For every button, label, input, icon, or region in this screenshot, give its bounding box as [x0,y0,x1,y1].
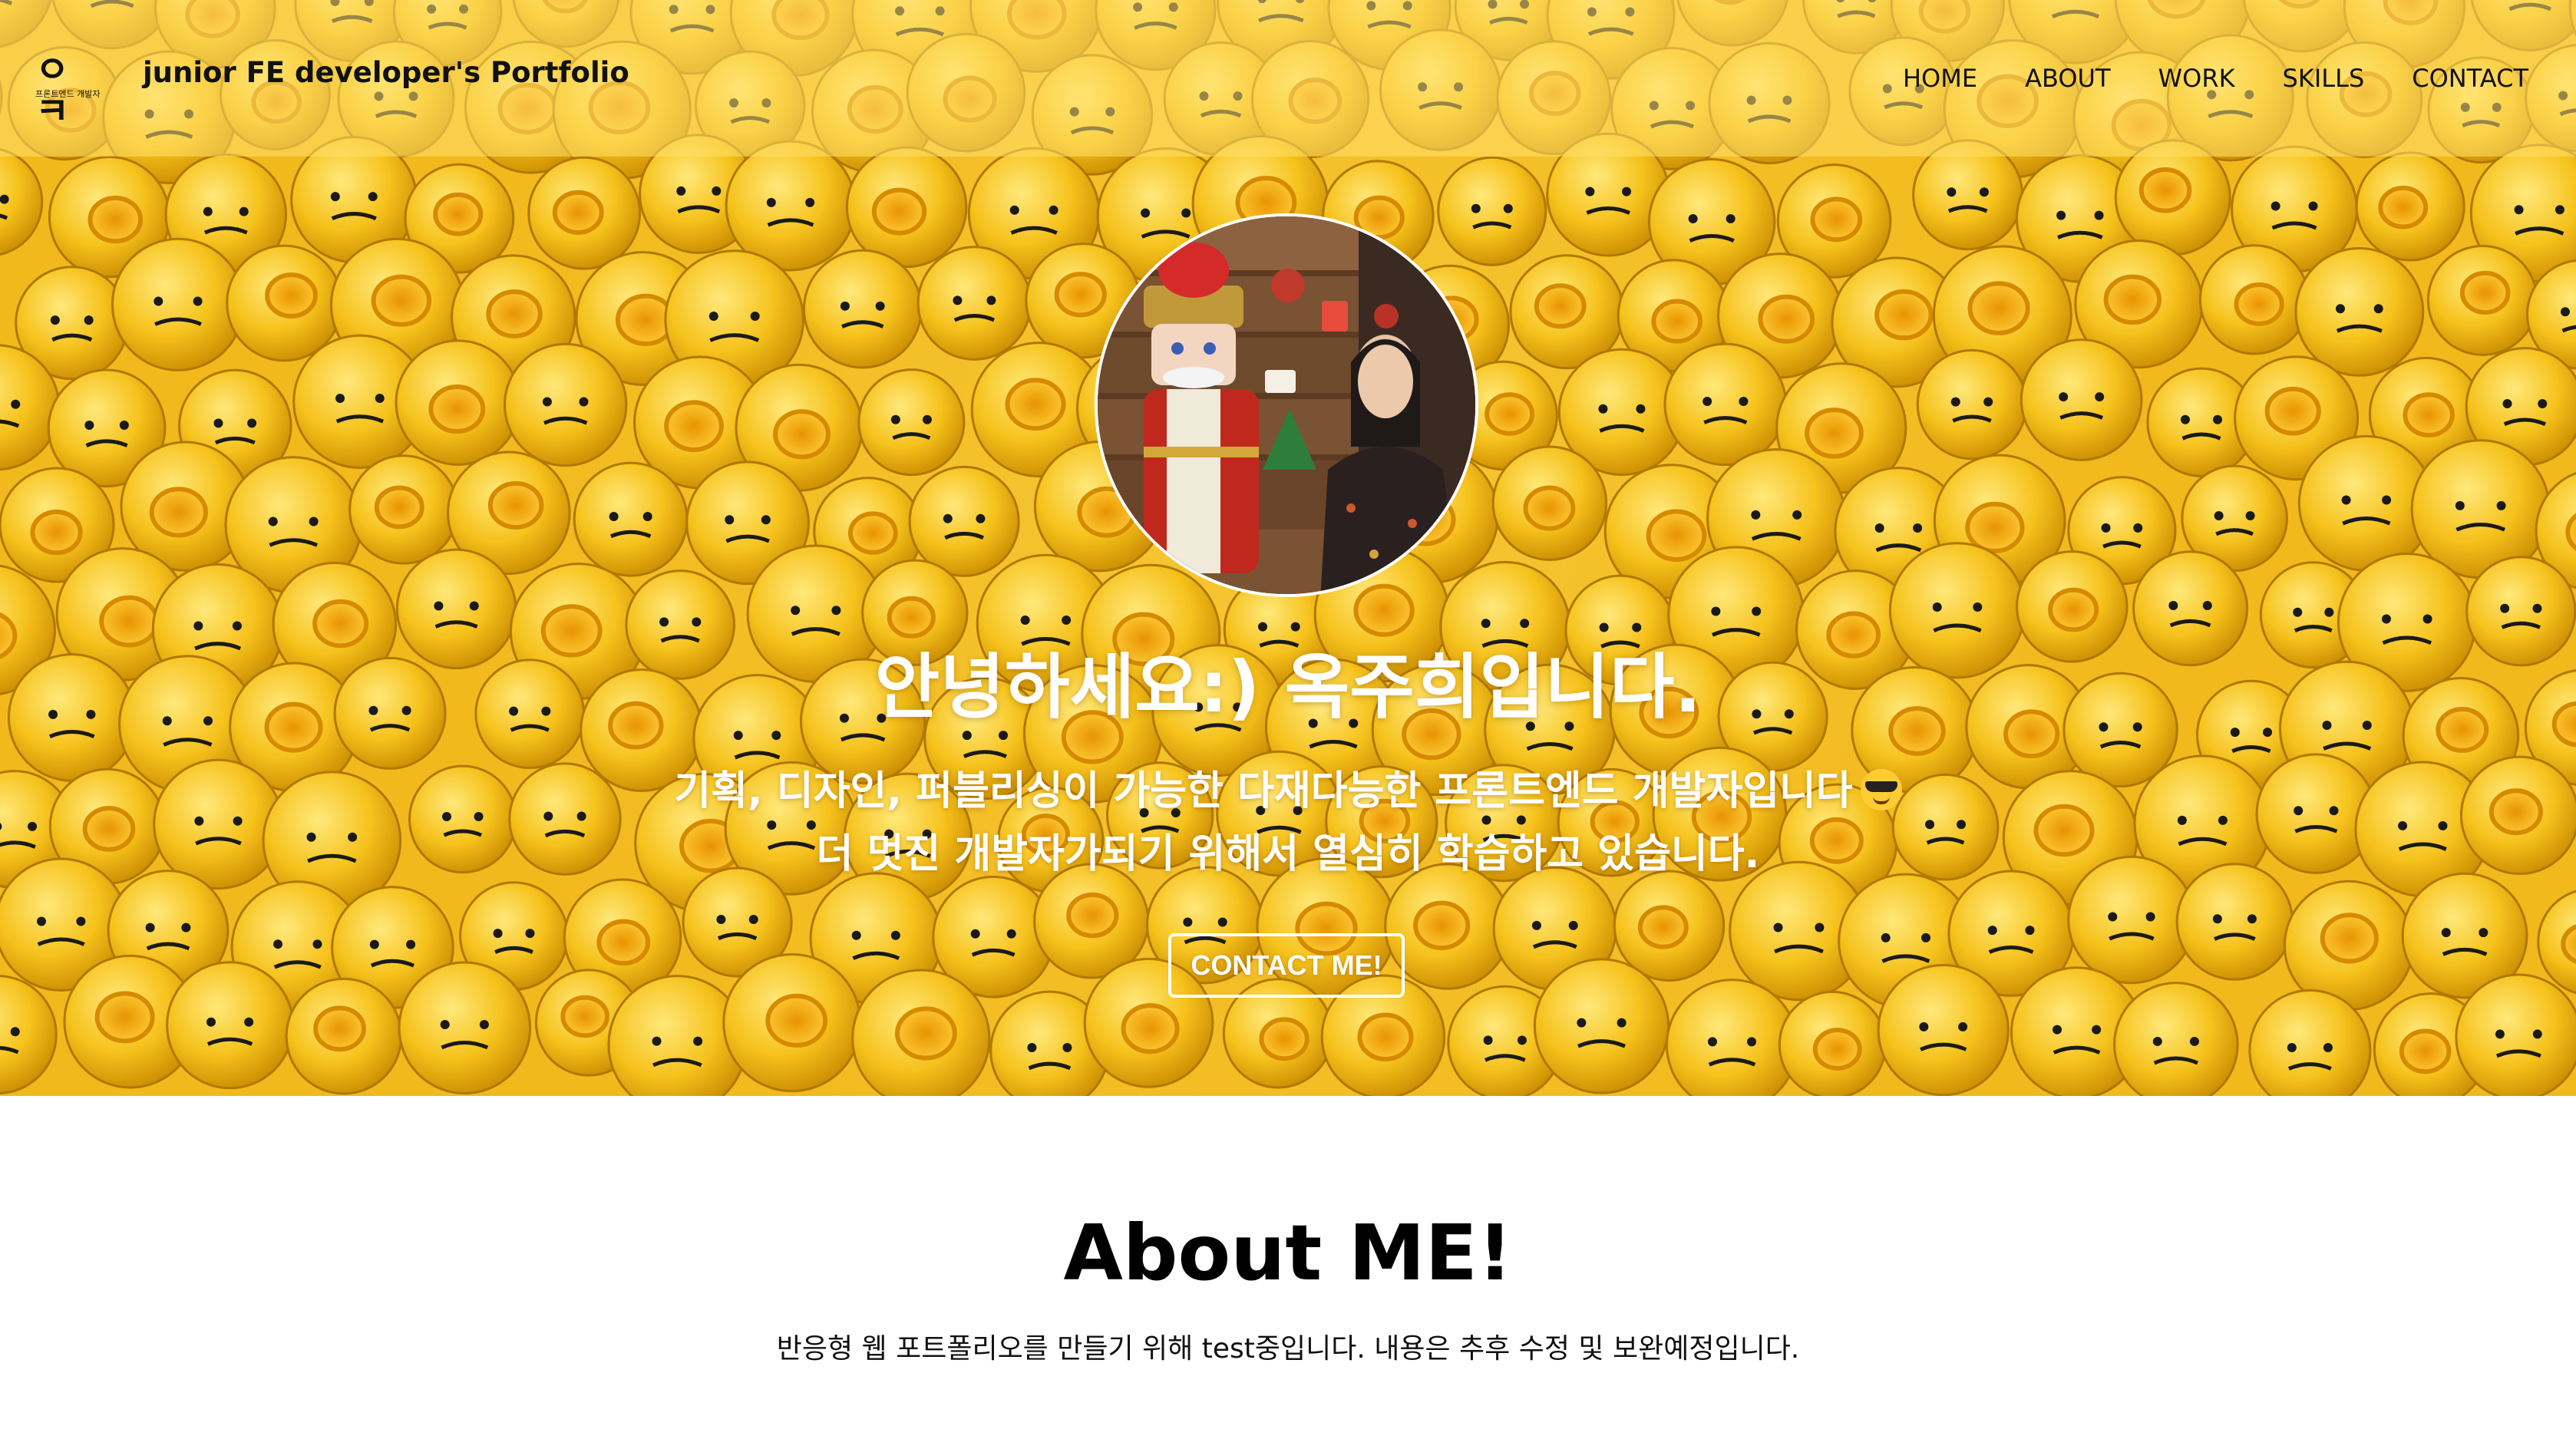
nav-item-home[interactable]: HOME [1903,61,1977,95]
nav-item-contact[interactable]: CONTACT [2412,61,2528,95]
lego-head-icon [1491,445,1608,561]
lego-head-icon [111,237,245,371]
lego-head-icon [1665,979,1799,1096]
lego-head-icon [1912,139,2024,251]
lego-head-icon [0,975,58,1094]
page: ㅇㅋ 프론트엔드 개발자 junior FE developer's Portf… [0,0,2576,1449]
about-title: About ME! [1063,1208,1513,1298]
hero-description-line-1-text: 기획, 디자인, 퍼블리싱이 가능한 다재다능한 프론트엔드 개발자입니다 [674,768,1853,814]
lego-head-icon [722,953,862,1093]
hero-description: 기획, 디자인, 퍼블리싱이 가능한 다재다능한 프론트엔드 개발자입니다 더 … [0,760,2576,886]
lego-head-icon [527,156,642,270]
lego-head-icon [166,961,295,1090]
lego-head-icon [0,148,44,256]
nav-menu: HOME ABOUT WORK SKILLS CONTACT [1903,61,2528,95]
hero-description-line-1: 기획, 디자인, 퍼블리싱이 가능한 다재다능한 프론트엔드 개발자입니다 [0,760,2576,823]
nav-item-skills[interactable]: SKILLS [2283,61,2365,95]
lego-head-icon [2114,139,2231,256]
lego-head-icon [395,339,522,466]
lego-head-icon [226,244,343,362]
hero-description-line-2: 더 멋진 개발자가되기 위해서 열심히 학습하고 있습니다. [816,831,1760,877]
navbar: ㅇㅋ 프론트엔드 개발자 junior FE developer's Portf… [0,0,2576,157]
nav-item-work[interactable]: WORK [2158,61,2235,95]
lego-head-icon [908,465,1020,577]
lego-head-icon [1778,990,1887,1096]
lego-head-icon [2455,973,2576,1096]
sunglasses-emoji-icon [1860,769,1902,810]
brand-title[interactable]: junior FE developer's Portfolio [143,54,629,92]
contact-me-button[interactable]: CONTACT ME! [1168,933,1405,998]
about-text: 반응형 웹 포트폴리오를 만들기 위해 test중입니다. 내용은 추후 수정 … [776,1333,1800,1365]
lego-head-icon [1663,342,1788,467]
lego-head-icon [857,368,966,477]
lego-head-icon [2355,151,2465,262]
lego-head-icon [1916,348,2028,460]
lego-head-icon [851,969,991,1096]
lego-head-icon [2198,244,2310,355]
lego-head-icon [845,146,968,269]
nav-item-about[interactable]: ABOUT [2025,61,2110,95]
lego-head-icon [1533,958,1670,1094]
profile-avatar [1095,213,1478,597]
profile-photo-icon [1098,216,1475,594]
logo-subtext: 프론트엔드 개발자 [35,89,101,99]
lego-head-icon [348,454,459,565]
lego-head-icon [2020,338,2143,461]
lego-head-icon [503,342,628,467]
lego-head-icon [2294,247,2425,377]
lego-head-icon [1613,870,1726,982]
hero-heading: 안녕하세요:) 옥주희입니다. [874,646,1702,728]
hero-section: ㅇㅋ 프론트엔드 개발자 junior FE developer's Portf… [0,0,2576,1096]
lego-head-icon [285,977,403,1095]
lego-head-icon [2248,989,2372,1096]
lego-head-icon [2426,244,2538,356]
lego-head-icon [2113,982,2239,1096]
logo[interactable]: ㅇㅋ 프론트엔드 개발자 [35,49,101,132]
lego-head-icon [916,246,1032,361]
lego-head-icon [802,249,923,369]
lego-head-icon [1877,963,2010,1096]
about-section: About ME! 반응형 웹 포트폴리오를 만들기 위해 test중입니다. … [0,1096,2576,1449]
lego-head-icon [1437,156,1547,266]
lego-head-icon [573,461,689,577]
lego-head-icon [398,961,532,1095]
